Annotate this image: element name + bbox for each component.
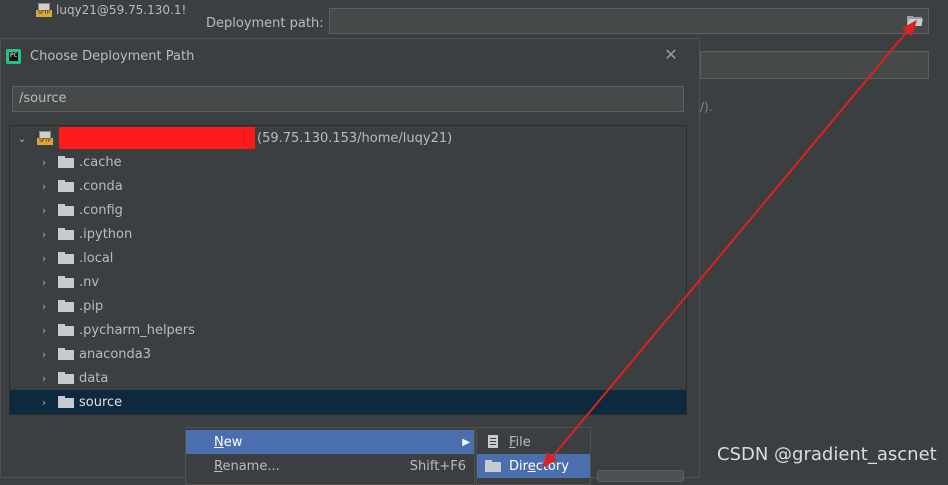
tree-item-label: .cache: [79, 154, 122, 170]
file-icon: [485, 435, 501, 449]
tree-item-pycharm-helpers[interactable]: › .pycharm_helpers: [10, 318, 686, 342]
submenu-item-label: Directory: [509, 458, 569, 474]
menu-item-shortcut: Shift+F6: [409, 458, 466, 474]
folder-icon: [58, 180, 74, 192]
folder-icon: [58, 300, 74, 312]
tree-item-label: .conda: [79, 178, 123, 194]
chevron-right-icon[interactable]: ›: [38, 228, 50, 241]
deployment-path-field[interactable]: [329, 8, 929, 34]
chevron-right-icon[interactable]: ›: [38, 372, 50, 385]
dialog-title: Choose Deployment Path: [30, 48, 195, 64]
dialog-title-bar[interactable]: PC Choose Deployment Path ✕: [1, 39, 699, 73]
tree-item-data[interactable]: › data: [10, 366, 686, 390]
tree-root-label: (59.75.130.153/home/luqy21): [257, 130, 453, 146]
submenu-item-file[interactable]: File: [477, 430, 590, 454]
chevron-right-icon[interactable]: ›: [38, 348, 50, 361]
tree-item-source[interactable]: › source: [10, 390, 686, 414]
tree-item-label: anaconda3: [79, 346, 152, 362]
tree-item-config[interactable]: › .config: [10, 198, 686, 222]
chevron-down-icon[interactable]: ⌄: [16, 132, 28, 145]
tree-item-ipython[interactable]: › .ipython: [10, 222, 686, 246]
folder-icon: [58, 276, 74, 288]
folder-icon: [58, 252, 74, 264]
choose-deployment-path-dialog: PC Choose Deployment Path ✕ /source ⌄ SF…: [0, 38, 700, 478]
submenu-arrow-icon: ▶: [462, 436, 470, 448]
close-icon[interactable]: ✕: [663, 47, 679, 63]
chevron-right-icon[interactable]: ›: [38, 204, 50, 217]
tree-item-label: source: [79, 394, 123, 410]
chevron-right-icon[interactable]: ›: [38, 252, 50, 265]
folder-icon: [58, 396, 74, 408]
watermark: CSDN @gradient_ascnet: [717, 444, 937, 465]
tree-item-cache[interactable]: › .cache: [10, 150, 686, 174]
browse-folder-icon[interactable]: [907, 14, 923, 27]
submenu-item-label: File: [509, 434, 531, 450]
menu-item-label: Rename...: [214, 458, 280, 474]
chevron-right-icon[interactable]: ›: [38, 396, 50, 409]
sftp-server-icon: SFTP: [36, 3, 52, 17]
server-entry[interactable]: SFTP luqy21@59.75.130.1!: [36, 0, 186, 20]
chevron-right-icon[interactable]: ›: [38, 300, 50, 313]
tree-item-label: .pycharm_helpers: [79, 322, 195, 338]
background-field[interactable]: [700, 51, 929, 79]
directory-icon: [485, 459, 501, 473]
chevron-right-icon[interactable]: ›: [38, 324, 50, 337]
background-note: /).: [700, 100, 713, 114]
sftp-server-icon: SFTP: [37, 131, 53, 145]
folder-icon: [58, 372, 74, 384]
tree-item-label: .ipython: [79, 226, 133, 242]
tree-item-label: .nv: [79, 274, 100, 290]
new-submenu: File Directory: [476, 427, 591, 485]
chevron-right-icon[interactable]: ›: [38, 276, 50, 289]
tree-item-conda[interactable]: › .conda: [10, 174, 686, 198]
chevron-right-icon[interactable]: ›: [38, 180, 50, 193]
tree-item-label: .config: [79, 202, 123, 218]
folder-icon: [58, 324, 74, 336]
menu-item-rename[interactable]: Rename... Shift+F6: [186, 454, 474, 478]
file-tree[interactable]: ⌄ SFTP (59.75.130.153/home/luqy21) › .ca…: [9, 125, 687, 415]
tree-item-label: data: [79, 370, 109, 386]
path-input[interactable]: /source: [12, 86, 684, 112]
folder-icon: [58, 204, 74, 216]
folder-icon: [58, 228, 74, 240]
menu-item-new[interactable]: New ▶: [186, 430, 474, 454]
folder-icon: [58, 348, 74, 360]
context-menu: New ▶ Rename... Shift+F6: [185, 427, 475, 485]
tree-item-nv[interactable]: › .nv: [10, 270, 686, 294]
server-label: luqy21@59.75.130.1!: [56, 3, 187, 17]
chevron-right-icon[interactable]: ›: [38, 156, 50, 169]
folder-icon: [58, 156, 74, 168]
tree-item-local[interactable]: › .local: [10, 246, 686, 270]
tree-item-pip[interactable]: › .pip: [10, 294, 686, 318]
dialog-button[interactable]: [597, 470, 684, 482]
tree-item-label: .local: [79, 250, 114, 266]
tree-item-label: .pip: [79, 298, 104, 314]
submenu-item-directory[interactable]: Directory: [477, 454, 590, 478]
tree-root-row[interactable]: ⌄ SFTP (59.75.130.153/home/luqy21): [10, 126, 686, 150]
deployment-path-label: Deployment path:: [206, 16, 324, 31]
redacted-host: [59, 127, 255, 149]
menu-item-label: New: [214, 434, 243, 450]
tree-item-anaconda3[interactable]: › anaconda3: [10, 342, 686, 366]
pycharm-icon: PC: [6, 48, 21, 64]
